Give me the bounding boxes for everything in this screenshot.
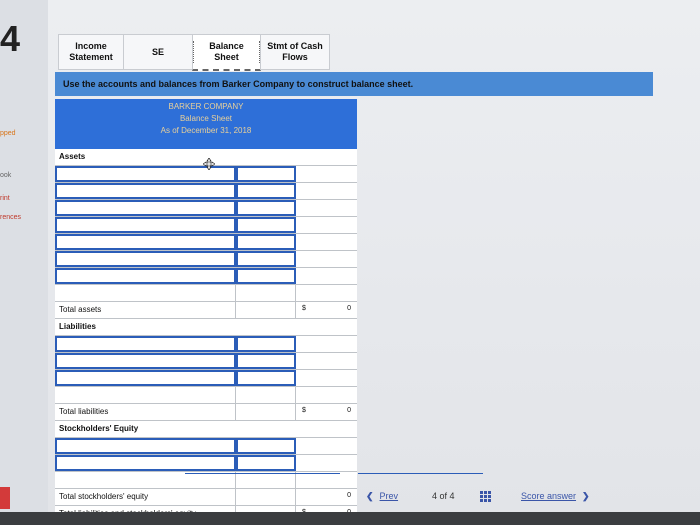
amount-input[interactable] — [236, 353, 296, 369]
table-row — [55, 387, 357, 404]
account-select[interactable] — [55, 183, 236, 199]
sidebar-item-ebook[interactable]: ook — [0, 172, 11, 179]
statement-date: As of December 31, 2018 — [160, 126, 252, 135]
grid-icon[interactable] — [480, 491, 491, 502]
tab-stmt-cash-flows[interactable]: Stmt of Cash Flows — [260, 34, 330, 70]
tab-se[interactable]: SE — [123, 34, 193, 70]
amount-input[interactable] — [236, 217, 296, 233]
dollar-sign: $ — [302, 305, 306, 312]
divider — [185, 473, 340, 474]
liability-row — [55, 370, 357, 387]
liability-row — [55, 353, 357, 370]
asset-row — [55, 183, 357, 200]
account-select[interactable] — [55, 336, 236, 352]
asset-row — [55, 217, 357, 234]
liability-row — [55, 336, 357, 353]
table-row: Stockholders' Equity — [55, 421, 357, 438]
statement-header: BARKER COMPANY Balance Sheet As of Decem… — [55, 99, 357, 149]
equity-heading: Stockholders' Equity — [59, 424, 139, 433]
amount-input[interactable] — [236, 166, 296, 182]
red-marker — [0, 487, 10, 509]
sidebar: 4 pped ook rint rences — [0, 0, 48, 525]
sidebar-item-print[interactable]: rint — [0, 195, 10, 202]
account-select[interactable] — [55, 455, 236, 471]
account-select[interactable] — [55, 438, 236, 454]
tab-label: SE — [151, 46, 164, 57]
assets-heading: Assets — [59, 152, 86, 161]
tab-label: Balance Sheet — [193, 41, 260, 63]
asset-row — [55, 251, 357, 268]
balance-sheet-table: Assets Total assets $0 Liabilities Total… — [55, 149, 357, 523]
asset-row — [55, 234, 357, 251]
score-answer-button[interactable]: Score answer ❯ — [521, 491, 590, 502]
liabilities-heading: Liabilities — [59, 322, 96, 331]
amount-input[interactable] — [236, 438, 296, 454]
score-answer-label: Score answer — [521, 491, 577, 501]
bottom-bar — [0, 512, 700, 525]
amount-input[interactable] — [236, 251, 296, 267]
account-select[interactable] — [55, 370, 236, 386]
account-select[interactable] — [55, 353, 236, 369]
prev-label: Prev — [379, 491, 399, 501]
amount-input[interactable] — [236, 268, 296, 284]
account-select[interactable] — [55, 200, 236, 216]
asset-row — [55, 268, 357, 285]
chevron-right-icon: ❯ — [582, 491, 590, 501]
tab-income-statement[interactable]: Income Statement — [58, 34, 124, 70]
amount-input[interactable] — [236, 183, 296, 199]
total-assets-value: 0 — [347, 305, 351, 312]
instruction-text: Use the accounts and balances from Barke… — [63, 79, 414, 89]
total-liabilities-value: 0 — [347, 407, 351, 414]
total-liabilities-row: Total liabilities $0 — [55, 404, 357, 421]
divider — [358, 473, 483, 474]
account-select[interactable] — [55, 268, 236, 284]
company-name: BARKER COMPANY — [168, 102, 244, 111]
instruction-bar: Use the accounts and balances from Barke… — [55, 72, 653, 96]
total-assets-label: Total assets — [59, 305, 102, 314]
amount-input[interactable] — [236, 455, 296, 471]
total-equity-value: 0 — [347, 492, 351, 499]
total-liabilities-label: Total liabilities — [59, 407, 109, 416]
move-cursor-icon — [203, 158, 215, 170]
total-equity-row: Total stockholders' equity 0 — [55, 489, 357, 506]
account-select[interactable] — [55, 251, 236, 267]
asset-row — [55, 200, 357, 217]
account-select[interactable] — [55, 234, 236, 250]
step-number: 4 — [0, 18, 21, 59]
amount-input[interactable] — [236, 336, 296, 352]
dollar-sign: $ — [302, 407, 306, 414]
amount-input[interactable] — [236, 370, 296, 386]
equity-row — [55, 438, 357, 455]
total-equity-label: Total stockholders' equity — [59, 492, 149, 501]
prev-button[interactable]: ❮ Prev — [366, 491, 398, 502]
table-row: Liabilities — [55, 319, 357, 336]
question-count: 4 of 4 — [432, 491, 455, 501]
chevron-left-icon: ❮ — [366, 491, 374, 501]
statement-title: Balance Sheet — [179, 114, 233, 123]
tab-balance-sheet[interactable]: Balance Sheet — [192, 34, 261, 71]
table-row — [55, 285, 357, 302]
account-select[interactable] — [55, 217, 236, 233]
total-assets-row: Total assets $0 — [55, 302, 357, 319]
sidebar-item-references[interactable]: rences — [0, 214, 21, 221]
page: 4 pped ook rint rences Income Statement … — [0, 0, 700, 525]
tab-label: Income Statement — [69, 41, 113, 62]
sidebar-item-skipped[interactable]: pped — [0, 130, 16, 137]
equity-row — [55, 455, 357, 472]
amount-input[interactable] — [236, 200, 296, 216]
tab-label: Stmt of Cash Flows — [267, 41, 323, 62]
amount-input[interactable] — [236, 234, 296, 250]
table-row — [55, 472, 357, 489]
